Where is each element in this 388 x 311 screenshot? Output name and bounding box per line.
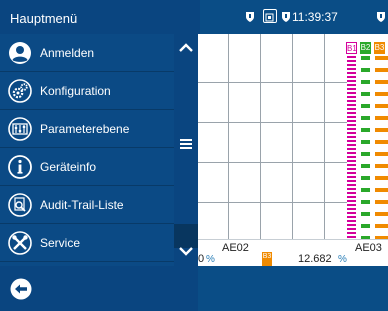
scroll-up-button[interactable] <box>174 34 198 64</box>
clock-time: 11:39:37 <box>292 10 338 24</box>
menu-item-konfiguration[interactable]: Konfiguration <box>0 72 174 110</box>
grid-line <box>228 34 229 239</box>
scroll-down-button[interactable] <box>174 236 198 266</box>
channel-unit-ae03: % <box>338 254 347 265</box>
top-status-bar: Hauptmenü 11:39:37 <box>0 0 388 34</box>
bottom-bar <box>0 266 388 311</box>
channel-marker-b3: B3 <box>262 252 272 266</box>
parameter-icon <box>8 116 32 141</box>
channel-value-strip: AE02 0 % B3 AE03 12.682 % <box>198 239 388 266</box>
channel-label-ae03: AE03 <box>355 242 382 254</box>
service-tools-icon <box>8 230 32 255</box>
chevron-up-icon <box>179 43 193 52</box>
grid-line <box>292 34 293 239</box>
memory-card-icon <box>263 9 277 23</box>
channel-value-ae02: 0 <box>198 253 205 265</box>
scroll-handle[interactable] <box>174 129 198 159</box>
menu-item-service[interactable]: Service <box>0 224 174 262</box>
hamburger-icon <box>180 139 192 149</box>
menu-header: Hauptmenü <box>0 0 200 34</box>
back-panel <box>0 266 198 311</box>
back-arrow-icon[interactable] <box>10 278 32 300</box>
grid-line <box>198 82 348 83</box>
menu-scrollbar[interactable] <box>174 34 198 266</box>
channel-unit-ae02: % <box>206 254 215 265</box>
shield-icon <box>246 12 254 22</box>
grid-line <box>260 34 261 239</box>
grid-line <box>198 122 348 123</box>
channel-label-ae02: AE02 <box>222 242 249 254</box>
channel-value-ae03: 12.682 <box>298 253 332 265</box>
bargraph-b3 <box>375 56 388 239</box>
main-menu: Anmelden Konfiguration Parameterebene Ge… <box>0 34 174 266</box>
shield-icon <box>282 12 290 22</box>
shield-icon <box>377 12 385 22</box>
bargraph-tag-b1: B1 <box>346 42 357 54</box>
menu-item-geraeteinfo[interactable]: Geräteinfo <box>0 148 174 186</box>
menu-title: Hauptmenü <box>10 11 78 26</box>
user-icon <box>9 41 31 64</box>
bargraph-tag-b3: B3 <box>374 42 385 54</box>
bargraph-b1 <box>347 56 356 239</box>
bargraph-b2 <box>361 56 370 239</box>
grid-line <box>324 34 325 239</box>
grid-line <box>198 162 348 163</box>
menu-item-audit-trail-liste[interactable]: Audit-Trail-Liste <box>0 186 174 224</box>
info-icon <box>8 154 32 179</box>
audit-search-icon <box>8 192 32 217</box>
menu-item-anmelden[interactable]: Anmelden <box>0 34 174 72</box>
grid-line <box>198 202 348 203</box>
recorder-chart: B1 B2 B3 <box>198 34 388 239</box>
menu-item-parameterebene[interactable]: Parameterebene <box>0 110 174 148</box>
chevron-down-icon <box>179 247 193 256</box>
bargraph-tag-b2: B2 <box>360 42 371 54</box>
gear-icon <box>8 78 32 103</box>
